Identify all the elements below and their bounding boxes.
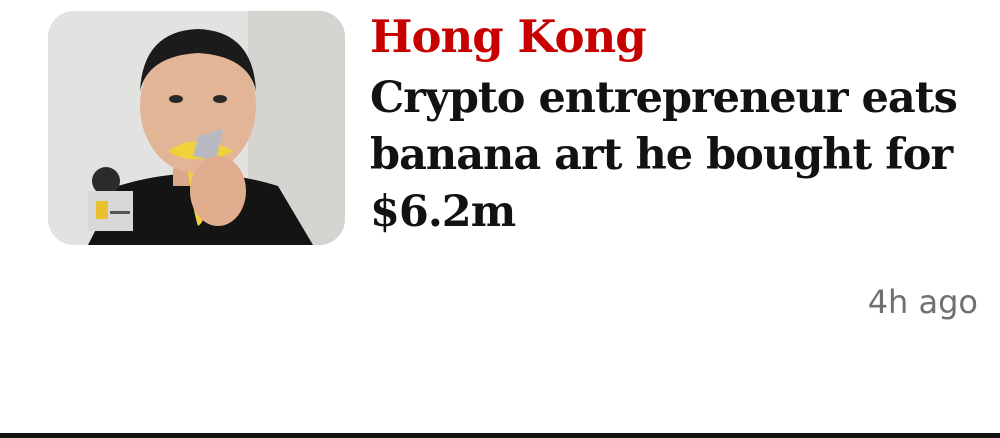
article-timestamp: 4h ago bbox=[867, 283, 978, 321]
section-kicker[interactable]: Hong Kong bbox=[370, 8, 647, 66]
article-thumbnail[interactable] bbox=[48, 11, 345, 245]
article-card[interactable]: Hong Kong Crypto entrepreneur eats banan… bbox=[0, 0, 1000, 438]
card-divider bbox=[0, 433, 1000, 438]
article-headline[interactable]: Crypto entrepreneur eats banana art he b… bbox=[370, 70, 970, 241]
article-photo bbox=[48, 11, 345, 245]
